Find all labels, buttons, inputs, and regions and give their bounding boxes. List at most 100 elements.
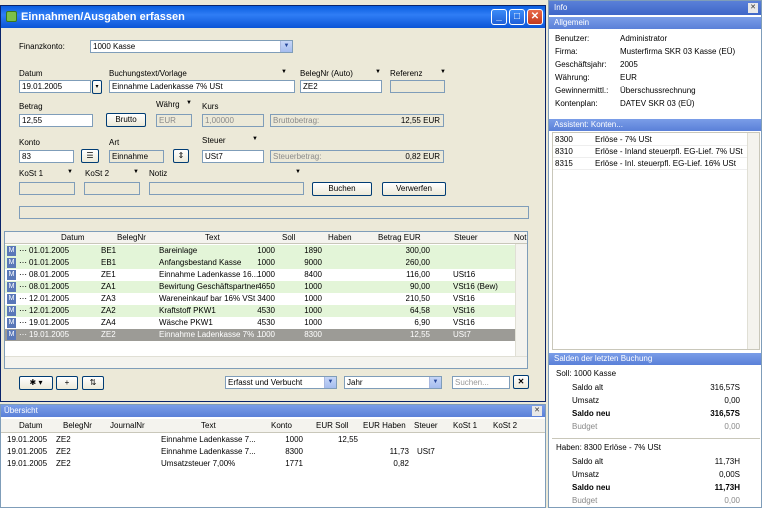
col-notiz[interactable]: Notiz <box>514 233 527 242</box>
cell-soll: 4530 <box>257 306 275 315</box>
salden-header[interactable]: Salden der letzten Buchung <box>549 353 761 365</box>
referenz-field[interactable] <box>390 80 445 93</box>
table-row[interactable]: M ⋯ 12.01.2005 ZA3 Wareneinkauf bar 16% VSt 3… <box>5 293 517 305</box>
journal-vscroll[interactable] <box>515 244 527 358</box>
ucol-kost1[interactable]: KoSt 1 <box>453 421 477 430</box>
row-menu-icon[interactable]: ⋯ <box>19 270 27 279</box>
cell-betrag: 260,00 <box>405 258 430 267</box>
settings-button[interactable]: ✱ ▾ <box>19 376 53 390</box>
col-soll[interactable]: Soll <box>282 233 295 242</box>
filter-select[interactable]: Erfasst und Verbucht ▼ <box>225 376 337 389</box>
konto-item[interactable]: 8300 Erlöse - 7% USt <box>553 134 747 146</box>
journal-table[interactable]: Datum BelegNr Text Soll Haben Betrag EUR… <box>4 231 528 369</box>
brutto-button[interactable]: Brutto <box>106 113 146 127</box>
konten-vscroll[interactable] <box>747 133 759 349</box>
cell-datum: 12.01.2005 <box>29 306 70 315</box>
row-menu-icon[interactable]: ⋯ <box>19 294 27 303</box>
saldo-label: Umsatz <box>572 470 600 479</box>
ucol-konto[interactable]: Konto <box>271 421 292 430</box>
kost1-field[interactable] <box>19 182 75 195</box>
chevron-down-icon[interactable]: ▼ <box>133 169 139 175</box>
betrag-field[interactable]: 12,55 <box>19 114 93 127</box>
belegnr-field[interactable]: ZE2 <box>300 80 382 93</box>
row-menu-icon[interactable]: ⋯ <box>19 330 27 339</box>
sort-button[interactable]: ⇅ <box>82 376 104 390</box>
konto-item[interactable]: 8315 Erlöse - Inl. steuerpfl. EG-Lief. 16… <box>553 158 747 170</box>
cell-betrag: 12,55 <box>409 330 430 339</box>
ucol-journalnr[interactable]: JournalNr <box>110 421 145 430</box>
row-menu-icon[interactable]: ⋯ <box>19 306 27 315</box>
col-steuer[interactable]: Steuer <box>454 233 478 242</box>
table-row[interactable]: M ⋯ 12.01.2005 ZA2 Kraftstoff PKW1 4530 1000 64… <box>5 305 517 317</box>
row-menu-icon[interactable]: ⋯ <box>19 258 27 267</box>
cell-betrag: 300,00 <box>405 246 430 255</box>
verwerfen-button[interactable]: Verwerfen <box>382 182 446 196</box>
ucell-soll: 12,55 <box>337 435 358 444</box>
list-item[interactable]: 19.01.2005 ZE2 Einnahme Ladenkasse 7... 100… <box>1 434 545 446</box>
list-item[interactable]: 19.01.2005 ZE2 Umsatzsteuer 7,00% 1771 0,82 <box>1 458 545 470</box>
art-field[interactable]: Einnahme <box>109 150 164 163</box>
section-divider <box>552 438 760 439</box>
kost2-field[interactable] <box>84 182 140 195</box>
konto-nr: 8310 <box>555 147 573 156</box>
table-row[interactable]: M ⋯ 01.01.2005 BE1 Bareinlage 1000 1890 300,00 <box>5 245 517 257</box>
chevron-down-icon[interactable]: ▼ <box>375 69 381 75</box>
clear-search-button[interactable]: ✕ <box>513 375 529 389</box>
ucol-steuer[interactable]: Steuer <box>414 421 438 430</box>
chevron-down-icon[interactable]: ▼ <box>281 69 287 75</box>
table-row[interactable]: M ⋯ 08.01.2005 ZE1 Einnahme Ladenkasse 16...… <box>5 269 517 281</box>
chevron-down-icon[interactable]: ▼ <box>295 169 301 175</box>
saldo-value: 0,00S <box>719 470 740 479</box>
search-input[interactable]: Suchen... <box>452 376 510 389</box>
row-menu-icon[interactable]: ⋯ <box>19 318 27 327</box>
chevron-down-icon[interactable]: ▼ <box>440 69 446 75</box>
konto-list-button[interactable]: ☰ <box>81 149 99 163</box>
ucol-datum[interactable]: Datum <box>19 421 43 430</box>
add-button[interactable]: + <box>56 376 78 390</box>
finanzkonto-select[interactable]: 1000 Kasse ▼ <box>90 40 293 53</box>
col-betrag[interactable]: Betrag EUR <box>378 233 421 242</box>
table-row[interactable]: M ⋯ 19.01.2005 ZE2 Einnahme Ladenkasse 7% ..… <box>5 329 517 341</box>
datum-field[interactable]: 19.01.2005 <box>19 80 91 93</box>
konto-item[interactable]: 8310 Erlöse - Inland steuerpfl. EG-Lief. … <box>553 146 747 158</box>
table-row[interactable]: M ⋯ 19.01.2005 ZA4 Wäsche PKW1 4530 1000 6,90 VS… <box>5 317 517 329</box>
chevron-down-icon[interactable]: ▼ <box>67 169 73 175</box>
ucol-belegnr[interactable]: BelegNr <box>63 421 92 430</box>
col-datum[interactable]: Datum <box>61 233 85 242</box>
ucol-eur-soll[interactable]: EUR Soll <box>316 421 348 430</box>
table-row[interactable]: M ⋯ 08.01.2005 ZA1 Bewirtung Geschäftspartne… <box>5 281 517 293</box>
calendar-button[interactable]: ▾ <box>92 80 102 94</box>
period-select[interactable]: Jahr ▼ <box>344 376 442 389</box>
col-text[interactable]: Text <box>205 233 220 242</box>
minimize-button[interactable]: _ <box>491 9 507 25</box>
buchungstext-field[interactable]: Einnahme Ladenkasse 7% USt <box>109 80 295 93</box>
steuer-field[interactable]: USt7 <box>202 150 264 163</box>
close-icon[interactable]: ✕ <box>748 3 758 13</box>
art-toggle-button[interactable]: ⇕ <box>173 149 189 163</box>
col-haben[interactable]: Haben <box>328 233 352 242</box>
row-menu-icon[interactable]: ⋯ <box>19 246 27 255</box>
main-window-titlebar[interactable]: Einnahmen/Ausgaben erfassen _ □ ✕ <box>1 6 545 28</box>
waehrung-field[interactable]: EUR <box>156 114 192 127</box>
ucol-eur-haben[interactable]: EUR Haben <box>363 421 406 430</box>
row-menu-icon[interactable]: ⋯ <box>19 282 27 291</box>
chevron-down-icon[interactable]: ▼ <box>252 136 258 142</box>
chevron-down-icon[interactable]: ▼ <box>186 100 192 106</box>
journal-hscroll[interactable] <box>5 356 527 368</box>
konto-field[interactable]: 83 <box>19 150 74 163</box>
kurs-field[interactable]: 1,00000 <box>202 114 264 127</box>
ucell-konto: 1000 <box>285 435 303 444</box>
maximize-button[interactable]: □ <box>509 9 525 25</box>
allgemein-header[interactable]: Allgemein <box>549 17 761 29</box>
close-button[interactable]: ✕ <box>527 9 543 25</box>
konten-list[interactable]: 8300 Erlöse - 7% USt 8310 Erlöse - Inland s… <box>552 132 760 350</box>
buchen-button[interactable]: Buchen <box>312 182 372 196</box>
table-row[interactable]: M ⋯ 01.01.2005 EB1 Anfangsbestand Kasse 1000 9… <box>5 257 517 269</box>
notiz-field[interactable] <box>149 182 304 195</box>
ucol-text[interactable]: Text <box>201 421 216 430</box>
assistent-header[interactable]: Assistent: Konten... <box>549 119 761 131</box>
close-icon[interactable]: ✕ <box>532 406 542 416</box>
col-belegnr[interactable]: BelegNr <box>117 233 146 242</box>
list-item[interactable]: 19.01.2005 ZE2 Einnahme Ladenkasse 7... 830… <box>1 446 545 458</box>
ucol-kost2[interactable]: KoSt 2 <box>493 421 517 430</box>
